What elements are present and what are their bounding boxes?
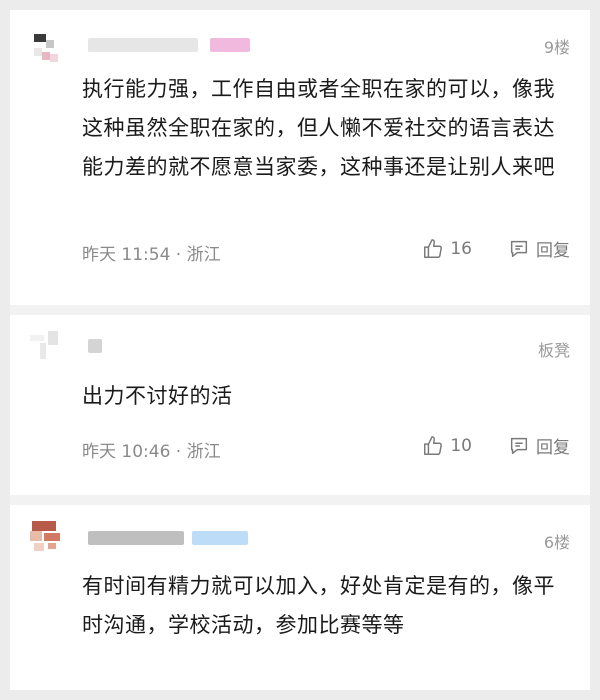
like-count: 16 <box>450 238 472 259</box>
reply-label: 回复 <box>536 241 570 261</box>
floor-number: 板凳 <box>537 341 570 360</box>
comment-icon <box>510 437 528 454</box>
like-button[interactable]: 16 <box>422 238 472 260</box>
floor-number: 6楼 <box>543 533 570 552</box>
comment-text: 有时间有精力就可以加入，好处肯定是有的，像平时沟通，学校活动，参加比赛等等 <box>82 574 555 637</box>
comment-actions: 10 回复 <box>422 433 570 458</box>
comment-item: 9楼 执行能力强，工作自由或者全职在家的可以，像我这种虽然全职在家的，但人懒不爱… <box>10 10 590 305</box>
divider <box>10 305 590 315</box>
username[interactable] <box>88 339 102 353</box>
username[interactable] <box>88 531 184 545</box>
username[interactable] <box>88 38 198 52</box>
like-button[interactable]: 10 <box>422 435 472 457</box>
comment-item: 6楼 有时间有精力就可以加入，好处肯定是有的，像平时沟通，学校活动，参加比赛等等 <box>10 505 590 690</box>
comment-icon <box>510 240 528 257</box>
thumbs-up-icon <box>424 435 443 455</box>
user-badge <box>210 38 250 52</box>
reply-button[interactable]: 回复 <box>508 433 570 458</box>
avatar[interactable] <box>28 517 66 555</box>
like-count: 10 <box>450 435 472 456</box>
divider <box>10 495 590 505</box>
avatar[interactable] <box>28 327 66 365</box>
floor-number: 9楼 <box>543 38 570 57</box>
reply-button[interactable]: 回复 <box>508 236 570 261</box>
thumbs-up-icon <box>424 238 443 258</box>
comment-time-location: 昨天 11:54 · 浙江 <box>82 245 221 265</box>
comment-item: 板凳 出力不讨好的活 昨天 10:46 · 浙江 10 回复 <box>10 315 590 495</box>
reply-label: 回复 <box>536 438 570 458</box>
comment-time-location: 昨天 10:46 · 浙江 <box>82 442 221 462</box>
comment-list: 9楼 执行能力强，工作自由或者全职在家的可以，像我这种虽然全职在家的，但人懒不爱… <box>10 10 590 690</box>
user-badge <box>192 531 248 545</box>
avatar[interactable] <box>28 30 66 68</box>
comment-text: 出力不讨好的活 <box>82 384 233 408</box>
comment-actions: 16 回复 <box>422 236 570 261</box>
comment-text: 执行能力强，工作自由或者全职在家的可以，像我这种虽然全职在家的，但人懒不爱社交的… <box>82 77 555 179</box>
